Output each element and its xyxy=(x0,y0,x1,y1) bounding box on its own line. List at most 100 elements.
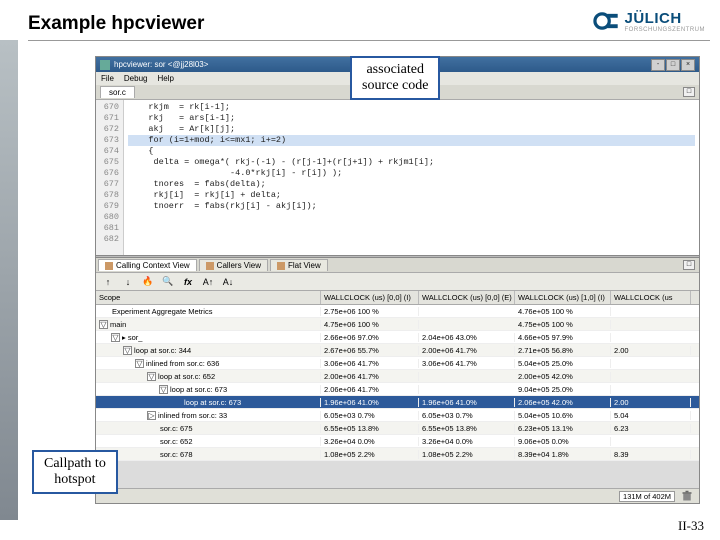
metric-cell: 2.00e+06 41.7% xyxy=(419,346,515,355)
table-row[interactable]: ▷ inlined from sor.c: 336.05e+03 0.7%6.0… xyxy=(96,409,699,422)
table-row[interactable]: ▽ ▸ sor_2.66e+06 97.0%2.04e+06 43.0%4.66… xyxy=(96,331,699,344)
tab-callers[interactable]: Callers View xyxy=(199,259,268,271)
col-wallclock-incl-1[interactable]: WALLCLOCK (us) [1,0] (I) xyxy=(515,291,611,304)
table-row[interactable]: ▽ loop at sor.c: 3442.67e+06 55.7%2.00e+… xyxy=(96,344,699,357)
table-row[interactable]: sor.c: 6523.26e+04 0.0%3.26e+04 0.0%9.06… xyxy=(96,435,699,448)
metric-cell: 5.04 xyxy=(611,411,691,420)
header-rule xyxy=(28,40,710,41)
zoom-button[interactable]: 🔍 xyxy=(160,275,176,289)
table-row[interactable]: ▽ inlined from sor.c: 6363.06e+06 41.7%3… xyxy=(96,357,699,370)
tree-icon xyxy=(206,262,214,270)
minimize-button[interactable]: - xyxy=(651,59,665,71)
callout-callpath: Callpath to hotspot xyxy=(32,450,118,494)
metric-cell: 5.04e+05 25.0% xyxy=(515,359,611,368)
metrics-toolbar: ↑ ↓ 🔥 🔍 fx A↑ A↓ xyxy=(96,273,699,291)
slide-title: Example hpcviewer xyxy=(28,13,204,35)
metric-cell: 6.05e+03 0.7% xyxy=(419,411,515,420)
source-code-pane[interactable]: 670671672673674675676677678679680681682 … xyxy=(96,100,699,255)
tree-icon xyxy=(105,262,113,270)
tab-flat[interactable]: Flat View xyxy=(270,259,328,271)
metric-cell: 4.66e+05 97.9% xyxy=(515,333,611,342)
scope-cell: Experiment Aggregate Metrics xyxy=(96,307,321,316)
menu-debug[interactable]: Debug xyxy=(124,74,148,83)
col-wallclock-extra[interactable]: WALLCLOCK (us xyxy=(611,291,691,304)
font-increase-button[interactable]: A↑ xyxy=(200,275,216,289)
trash-icon[interactable] xyxy=(681,490,693,502)
table-row[interactable]: loop at sor.c: 6731.96e+06 41.0%1.96e+06… xyxy=(96,396,699,409)
scope-cell: ▽ loop at sor.c: 652 xyxy=(96,372,321,381)
table-body: Experiment Aggregate Metrics2.75e+06 100… xyxy=(96,305,699,461)
metric-cell: 6.23 xyxy=(611,424,691,433)
menu-help[interactable]: Help xyxy=(157,74,173,83)
scope-cell: ▽ loop at sor.c: 673 xyxy=(96,385,321,394)
metric-cell: 1.96e+06 41.0% xyxy=(419,398,515,407)
metric-cell: 6.23e+05 13.1% xyxy=(515,424,611,433)
metric-cell: 3.26e+04 0.0% xyxy=(419,437,515,446)
metric-cell: 5.04e+05 10.6% xyxy=(515,411,611,420)
scope-cell: sor.c: 678 xyxy=(96,450,321,459)
table-row[interactable]: ▽ loop at sor.c: 6732.06e+06 41.7%9.04e+… xyxy=(96,383,699,396)
metric-cell: 6.55e+05 13.8% xyxy=(321,424,419,433)
page-number: II-33 xyxy=(678,518,704,534)
metric-cell: 2.00e+05 42.0% xyxy=(515,372,611,381)
line-gutter: 670671672673674675676677678679680681682 xyxy=(96,100,124,255)
table-header: Scope WALLCLOCK (us) [0,0] (I) WALLCLOCK… xyxy=(96,291,699,305)
metric-cell: 3.06e+06 41.7% xyxy=(321,359,419,368)
window-title: hpcviewer: sor <@jj28l03> xyxy=(114,60,208,69)
scope-cell: ▽ inlined from sor.c: 636 xyxy=(96,359,321,368)
metric-cell: 2.66e+06 97.0% xyxy=(321,333,419,342)
maximize-button[interactable]: □ xyxy=(666,59,680,71)
logo: JÜLICH FORSCHUNGSZENTRUM xyxy=(593,8,706,34)
scope-cell: loop at sor.c: 673 xyxy=(96,398,321,407)
source-file-tab[interactable]: sor.c xyxy=(100,86,135,98)
metric-cell: 2.71e+05 56.8% xyxy=(515,346,611,355)
scope-cell: ▽ loop at sor.c: 344 xyxy=(96,346,321,355)
col-wallclock-excl-0[interactable]: WALLCLOCK (us) [0,0] (E) xyxy=(419,291,515,304)
callout-source-code: associated source code xyxy=(350,56,440,100)
views-tabbar: Calling Context View Callers View Flat V… xyxy=(96,258,699,273)
close-button[interactable]: × xyxy=(681,59,695,71)
code-text: rkjm = rk[i-1]; rkj = ars[i-1]; akj = Ar… xyxy=(124,100,699,255)
metric-cell: 2.75e+06 100 % xyxy=(321,307,419,316)
app-icon xyxy=(100,60,110,70)
logo-subtitle: FORSCHUNGSZENTRUM xyxy=(625,27,706,33)
julich-logo-icon xyxy=(593,8,619,34)
metric-cell: 4.75e+06 100 % xyxy=(321,320,419,329)
metric-cell: 2.67e+06 55.7% xyxy=(321,346,419,355)
col-wallclock-incl-0[interactable]: WALLCLOCK (us) [0,0] (I) xyxy=(321,291,419,304)
table-row[interactable]: sor.c: 6756.55e+05 13.8%6.55e+05 13.8%6.… xyxy=(96,422,699,435)
metric-cell: 4.76e+05 100 % xyxy=(515,307,611,316)
scope-cell: sor.c: 675 xyxy=(96,424,321,433)
metric-cell: 2.04e+06 43.0% xyxy=(419,333,515,342)
status-bar: 131M of 402M xyxy=(96,488,699,503)
metric-cell: 1.08e+05 2.2% xyxy=(321,450,419,459)
font-decrease-button[interactable]: A↓ xyxy=(220,275,236,289)
scope-cell: ▽ ▸ sor_ xyxy=(96,333,321,342)
tree-icon xyxy=(277,262,285,270)
nav-down-button[interactable]: ↓ xyxy=(120,275,136,289)
scope-cell: sor.c: 652 xyxy=(96,437,321,446)
metric-cell: 4.75e+05 100 % xyxy=(515,320,611,329)
col-scope[interactable]: Scope xyxy=(96,291,321,304)
table-row[interactable]: sor.c: 6781.08e+05 2.2%1.08e+05 2.2%8.39… xyxy=(96,448,699,461)
metric-cell: 2.00 xyxy=(611,346,691,355)
metric-cell: 9.06e+05 0.0% xyxy=(515,437,611,446)
metric-cell: 2.06e+05 42.0% xyxy=(515,398,611,407)
metric-cell: 1.96e+06 41.0% xyxy=(321,398,419,407)
metric-cell: 3.06e+06 41.7% xyxy=(419,359,515,368)
tab-calling-context[interactable]: Calling Context View xyxy=(98,259,197,271)
pane-maximize-button[interactable]: □ xyxy=(683,87,695,97)
pane-maximize-button[interactable]: □ xyxy=(683,260,695,270)
table-row[interactable]: Experiment Aggregate Metrics2.75e+06 100… xyxy=(96,305,699,318)
table-row[interactable]: ▽ main4.75e+06 100 % 4.75e+05 100 % xyxy=(96,318,699,331)
metric-cell: 3.26e+04 0.0% xyxy=(321,437,419,446)
metric-cell: 6.05e+03 0.7% xyxy=(321,411,419,420)
menu-file[interactable]: File xyxy=(101,74,114,83)
table-row[interactable]: ▽ loop at sor.c: 6522.00e+06 41.7% 2.00e+… xyxy=(96,370,699,383)
nav-up-button[interactable]: ↑ xyxy=(100,275,116,289)
metric-cell: 2.00e+06 41.7% xyxy=(321,372,419,381)
flame-button[interactable]: 🔥 xyxy=(140,275,156,289)
scope-cell: ▽ main xyxy=(96,320,321,329)
fx-button[interactable]: fx xyxy=(180,275,196,289)
hpcviewer-window: hpcviewer: sor <@jj28l03> - □ × File Deb… xyxy=(95,56,700,504)
